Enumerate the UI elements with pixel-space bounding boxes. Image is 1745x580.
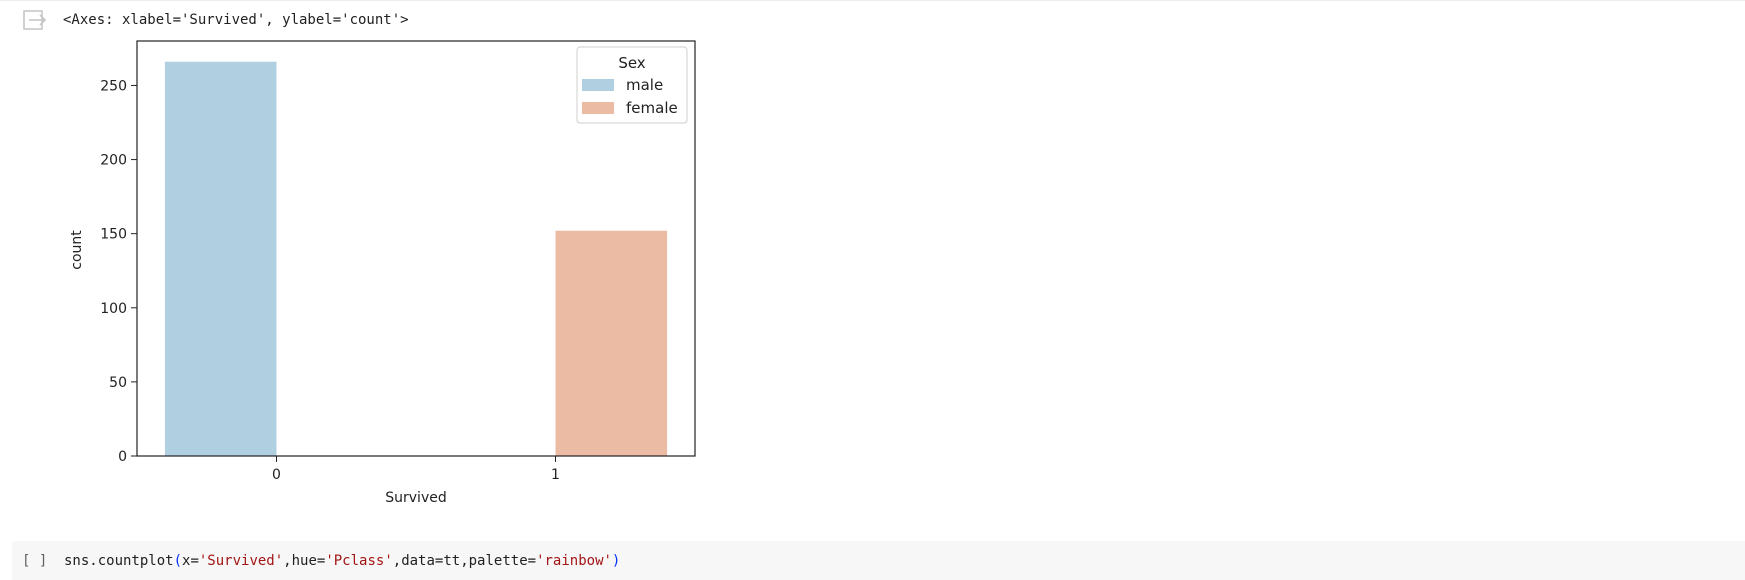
next-code-cell[interactable]: [ ] sns.countplot(x='Survived',hue='Pcla…	[12, 541, 1745, 580]
cell-execution-prompt[interactable]: [ ]	[22, 552, 47, 570]
x-tick-label-0: 0	[272, 467, 281, 483]
legend-label-male: male	[626, 76, 663, 94]
bar-female-1	[555, 230, 668, 456]
code-token: )	[611, 553, 621, 569]
code-editor[interactable]: sns.countplot(x='Survived',hue='Pclass',…	[64, 552, 620, 570]
x-axis-label: Survived	[385, 490, 446, 506]
countplot-chart: 050100150200250 01 count Survived Sex ma…	[69, 40, 696, 506]
legend: Sex male female	[576, 46, 688, 124]
y-tick-label-50: 50	[109, 375, 127, 391]
legend-title: Sex	[618, 54, 645, 72]
y-tick-label-200: 200	[100, 153, 127, 169]
y-axis: 0 50 100 150 200 250	[100, 78, 137, 465]
code-token: (	[173, 553, 183, 569]
y-tick-label-100: 100	[100, 301, 127, 317]
y-tick-label-0: 0	[118, 449, 127, 465]
code-token: 'Pclass'	[325, 553, 393, 569]
x-tick-label-1: 1	[551, 467, 560, 483]
y-tick-label-150: 150	[100, 227, 127, 243]
legend-swatch-female	[582, 102, 614, 114]
bar-male-0	[164, 61, 277, 456]
y-tick-label-250: 250	[100, 78, 127, 94]
y-axis-label: count	[69, 230, 85, 270]
legend-swatch-male	[582, 79, 614, 91]
code-token: 'rainbow'	[536, 553, 612, 569]
legend-label-female: female	[626, 99, 678, 117]
code-token: 'Survived'	[198, 553, 284, 569]
x-axis: 01	[272, 456, 560, 483]
code-token: sns.countplot	[64, 553, 174, 569]
code-token: x=	[182, 553, 199, 569]
code-token: ,hue=	[283, 553, 326, 569]
code-token: ,data=tt,palette=	[392, 553, 537, 569]
